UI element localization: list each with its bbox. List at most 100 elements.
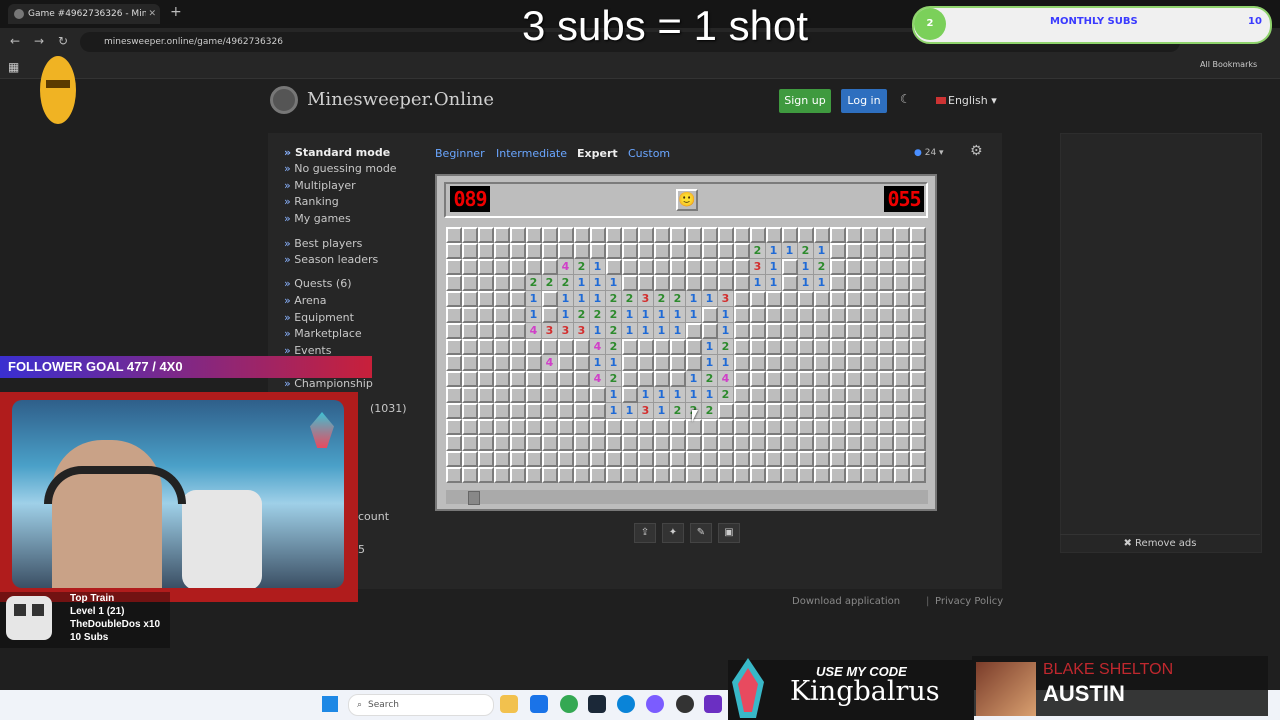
board-cell-open[interactable]: 3 xyxy=(750,259,766,275)
board-cell-closed[interactable] xyxy=(590,467,606,483)
board-cell-closed[interactable] xyxy=(494,275,510,291)
board-cell-open[interactable]: 1 xyxy=(670,323,686,339)
board-cell-closed[interactable] xyxy=(846,371,862,387)
board-cell-open[interactable]: 4 xyxy=(718,371,734,387)
board-cell-closed[interactable] xyxy=(670,227,686,243)
board-cell-closed[interactable] xyxy=(654,451,670,467)
board-cell-closed[interactable] xyxy=(766,371,782,387)
board-cell-closed[interactable] xyxy=(574,403,590,419)
board-cell-open[interactable]: 1 xyxy=(654,307,670,323)
board-cell-closed[interactable] xyxy=(686,275,702,291)
count-select[interactable]: ● 24 ▾ xyxy=(914,145,956,161)
board-cell-closed[interactable] xyxy=(718,467,734,483)
board-cell-closed[interactable] xyxy=(574,435,590,451)
board-cell-closed[interactable] xyxy=(494,387,510,403)
board-cell-closed[interactable] xyxy=(798,323,814,339)
board-cell-closed[interactable] xyxy=(542,419,558,435)
board-cell-open[interactable]: 4 xyxy=(558,259,574,275)
obs-icon[interactable] xyxy=(676,695,694,713)
board-cell-closed[interactable] xyxy=(878,355,894,371)
board-cell-open[interactable]: 2 xyxy=(622,291,638,307)
board-cell-closed[interactable] xyxy=(862,435,878,451)
board-cell-closed[interactable] xyxy=(814,371,830,387)
board-cell-open[interactable]: 1 xyxy=(606,403,622,419)
board-cell-closed[interactable] xyxy=(798,451,814,467)
board-cell-closed[interactable] xyxy=(814,467,830,483)
board-cell-closed[interactable] xyxy=(526,467,542,483)
board-cell-closed[interactable] xyxy=(446,243,462,259)
board-cell-closed[interactable] xyxy=(590,227,606,243)
board-cell-closed[interactable] xyxy=(446,355,462,371)
board-cell-open[interactable]: 1 xyxy=(686,307,702,323)
board-cell-closed[interactable] xyxy=(718,435,734,451)
board-cell-closed[interactable] xyxy=(798,227,814,243)
board-cell-closed[interactable] xyxy=(462,307,478,323)
replay-scroll-thumb[interactable] xyxy=(468,491,480,505)
sidebar-item-ranking[interactable]: Ranking xyxy=(284,195,339,208)
board-cell-closed[interactable] xyxy=(478,387,494,403)
board-cell-closed[interactable] xyxy=(510,467,526,483)
board-cell-closed[interactable] xyxy=(878,275,894,291)
board-cell-closed[interactable] xyxy=(590,387,606,403)
board-cell-closed[interactable] xyxy=(750,403,766,419)
board-cell-closed[interactable] xyxy=(718,403,734,419)
board-cell-closed[interactable] xyxy=(478,419,494,435)
board-cell-closed[interactable] xyxy=(510,275,526,291)
board-cell-closed[interactable] xyxy=(910,227,926,243)
steam-icon[interactable] xyxy=(588,695,606,713)
board-cell-closed[interactable] xyxy=(750,339,766,355)
apps-grid-icon[interactable]: ▦ xyxy=(8,60,19,74)
board-cell-closed[interactable] xyxy=(526,403,542,419)
board-cell-closed[interactable] xyxy=(862,387,878,403)
board-cell-closed[interactable] xyxy=(542,371,558,387)
board-cell-open[interactable]: 1 xyxy=(798,275,814,291)
board-cell-closed[interactable] xyxy=(782,355,798,371)
board-cell-open[interactable]: 1 xyxy=(766,259,782,275)
board-cell-closed[interactable] xyxy=(622,339,638,355)
board-cell-closed[interactable] xyxy=(782,227,798,243)
board-cell-closed[interactable] xyxy=(606,227,622,243)
board-cell-closed[interactable] xyxy=(734,467,750,483)
board-cell-open[interactable]: 1 xyxy=(590,355,606,371)
board-cell-closed[interactable] xyxy=(830,227,846,243)
board-cell-closed[interactable] xyxy=(830,275,846,291)
board-cell-closed[interactable] xyxy=(606,259,622,275)
board-cell-closed[interactable] xyxy=(654,419,670,435)
board-cell-closed[interactable] xyxy=(878,259,894,275)
board-cell-closed[interactable] xyxy=(830,371,846,387)
board-cell-open[interactable]: 4 xyxy=(590,339,606,355)
board-cell-closed[interactable] xyxy=(462,243,478,259)
board-cell-closed[interactable] xyxy=(462,355,478,371)
board-cell-closed[interactable] xyxy=(766,227,782,243)
board-cell-closed[interactable] xyxy=(830,467,846,483)
board-cell-closed[interactable] xyxy=(510,419,526,435)
board-cell-closed[interactable] xyxy=(750,355,766,371)
board-cell-closed[interactable] xyxy=(878,227,894,243)
board-cell-closed[interactable] xyxy=(542,291,558,307)
board-cell-closed[interactable] xyxy=(494,291,510,307)
board-cell-closed[interactable] xyxy=(542,259,558,275)
board-cell-closed[interactable] xyxy=(526,259,542,275)
board-cell-closed[interactable] xyxy=(910,403,926,419)
board-cell-closed[interactable] xyxy=(558,371,574,387)
board-cell-closed[interactable] xyxy=(446,387,462,403)
board-cell-open[interactable]: 1 xyxy=(606,355,622,371)
board-cell-closed[interactable] xyxy=(702,435,718,451)
board-cell-open[interactable]: 1 xyxy=(654,323,670,339)
board-cell-closed[interactable] xyxy=(462,339,478,355)
board-cell-closed[interactable] xyxy=(846,387,862,403)
board-cell-closed[interactable] xyxy=(814,323,830,339)
board-cell-closed[interactable] xyxy=(798,403,814,419)
board-cell-closed[interactable] xyxy=(750,371,766,387)
board-cell-closed[interactable] xyxy=(782,467,798,483)
board-cell-closed[interactable] xyxy=(798,371,814,387)
board-cell-closed[interactable] xyxy=(670,355,686,371)
board-cell-closed[interactable] xyxy=(494,435,510,451)
board-cell-closed[interactable] xyxy=(462,467,478,483)
board-cell-open[interactable]: 1 xyxy=(686,371,702,387)
board-cell-open[interactable]: 2 xyxy=(750,243,766,259)
board-cell-closed[interactable] xyxy=(734,323,750,339)
board-cell-closed[interactable] xyxy=(654,435,670,451)
board-cell-closed[interactable] xyxy=(910,243,926,259)
board-cell-closed[interactable] xyxy=(846,323,862,339)
